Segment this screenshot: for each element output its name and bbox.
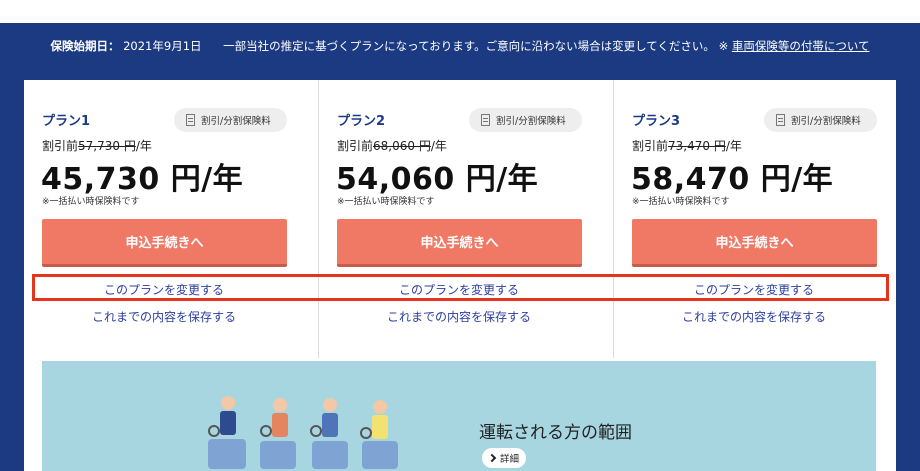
save-progress-link[interactable]: これまでの内容を保存する (614, 308, 894, 325)
plan-card-3: プラン3 割引/分割保険料 割引前73,470 円/年 58,470 円/年 ※… (613, 80, 907, 358)
before-price: 57,730 円 (78, 139, 136, 153)
start-date-notice: 保険始期日： 2021年9月1日 一部当社の推定に基づくプランになっております。… (0, 38, 920, 54)
discount-premium-button[interactable]: 割引/分割保険料 (174, 108, 287, 132)
price-before-discount: 割引前73,470 円/年 (632, 137, 742, 154)
start-date-value: 2021年9月1日 (123, 39, 202, 53)
save-progress-link[interactable]: これまでの内容を保存する (319, 308, 599, 325)
before-price: 68,060 円 (373, 139, 431, 153)
plan-name: プラン3 (632, 114, 681, 129)
driver-range-banner: 運転される方の範囲 詳細 (42, 361, 876, 471)
plan-card-2: プラン2 割引/分割保険料 割引前68,060 円/年 54,060 円/年 ※… (318, 80, 612, 358)
discount-premium-label: 割引/分割保険料 (791, 116, 861, 127)
before-unit: /年 (135, 139, 152, 153)
discount-premium-label: 割引/分割保険料 (496, 116, 566, 127)
payment-note: ※一括払い時保険料です (632, 197, 730, 207)
chevron-right-icon (487, 453, 497, 463)
before-unit: /年 (430, 139, 447, 153)
apply-button[interactable]: 申込手続きへ (42, 219, 287, 267)
apply-button[interactable]: 申込手続きへ (632, 219, 877, 267)
discount-premium-button[interactable]: 割引/分割保険料 (764, 108, 877, 132)
notice-link-prefix: ※ (718, 39, 729, 53)
plan-name: プラン1 (42, 114, 91, 129)
start-date-label: 保険始期日： (50, 39, 120, 53)
discount-premium-label: 割引/分割保険料 (201, 116, 271, 127)
price-before-discount: 割引前68,060 円/年 (337, 137, 447, 154)
before-price: 73,470 円 (668, 139, 726, 153)
before-unit: /年 (725, 139, 742, 153)
top-strip (0, 0, 920, 23)
vehicle-insurance-link[interactable]: 車両保険等の付帯について (732, 39, 870, 53)
annual-price: 54,060 円/年 (336, 162, 539, 197)
document-icon (776, 114, 785, 126)
change-plan-highlight (32, 274, 889, 301)
price-before-discount: 割引前57,730 円/年 (42, 137, 152, 154)
annual-price: 58,470 円/年 (631, 162, 834, 197)
discount-premium-button[interactable]: 割引/分割保険料 (469, 108, 582, 132)
before-label: 割引前 (337, 139, 374, 153)
payment-note: ※一括払い時保険料です (337, 197, 435, 207)
before-label: 割引前 (632, 139, 669, 153)
plan-card-1: プラン1 割引/分割保険料 割引前57,730 円/年 45,730 円/年 ※… (24, 80, 318, 358)
save-progress-link[interactable]: これまでの内容を保存する (24, 308, 304, 325)
document-icon (481, 114, 490, 126)
payment-note: ※一括払い時保険料です (42, 197, 140, 207)
apply-button[interactable]: 申込手続きへ (337, 219, 582, 267)
notice-message: 一部当社の推定に基づくプランになっております。ご意向に沿わない場合は変更してくだ… (223, 39, 715, 53)
annual-price: 45,730 円/年 (41, 162, 244, 197)
plan-name: プラン2 (337, 114, 386, 129)
detail-button[interactable]: 詳細 (482, 448, 526, 468)
before-label: 割引前 (42, 139, 79, 153)
people-in-seats-illustration (208, 396, 398, 469)
detail-label: 詳細 (499, 454, 519, 465)
document-icon (186, 114, 195, 126)
banner-title: 運転される方の範囲 (479, 423, 632, 443)
